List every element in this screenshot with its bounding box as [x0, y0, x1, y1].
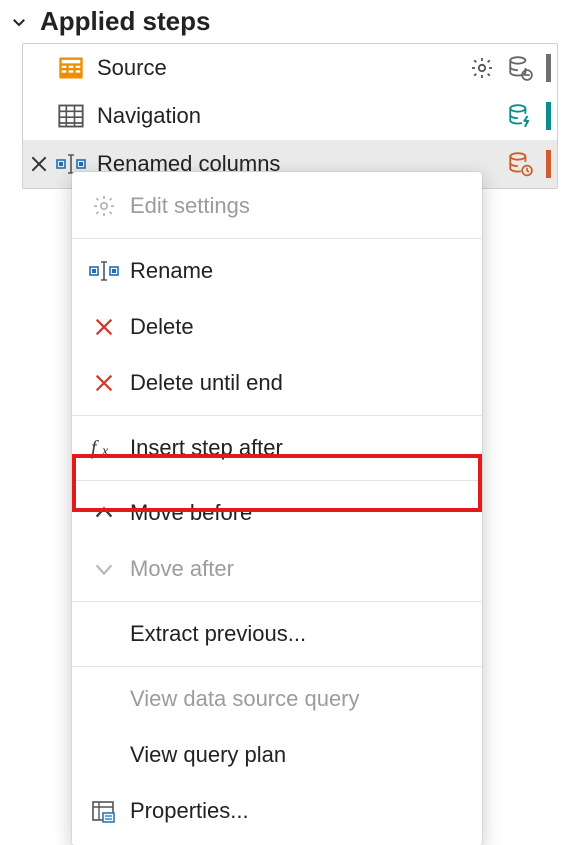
menu-separator [72, 238, 482, 239]
menu-edit-settings: Edit settings [72, 178, 482, 234]
step-label: Source [97, 55, 468, 81]
gear-icon [84, 190, 124, 222]
menu-view-query-plan[interactable]: View query plan [72, 727, 482, 783]
properties-icon [84, 795, 124, 827]
menu-label: Delete [130, 314, 194, 340]
blank-icon [84, 739, 124, 771]
source-step-icon [55, 52, 87, 84]
svg-text:x: x [101, 444, 109, 459]
gear-icon[interactable] [468, 54, 496, 82]
menu-separator [72, 601, 482, 602]
menu-label: Properties... [130, 798, 249, 824]
applied-steps-list: Source [22, 43, 558, 189]
applied-steps-header[interactable]: Applied steps [0, 0, 581, 43]
menu-extract-previous[interactable]: Extract previous... [72, 606, 482, 662]
fx-icon: f x [84, 432, 124, 464]
step-context-menu: Edit settings Rename Delete Delete until… [72, 172, 482, 845]
rename-icon [84, 255, 124, 287]
close-icon [84, 367, 124, 399]
applied-steps-title: Applied steps [40, 6, 210, 37]
menu-label: Delete until end [130, 370, 283, 396]
step-row-navigation[interactable]: Navigation [23, 92, 557, 140]
menu-separator [72, 480, 482, 481]
menu-label: Rename [130, 258, 213, 284]
menu-label: View data source query [130, 686, 360, 712]
menu-label: Extract previous... [130, 621, 306, 647]
menu-delete-until-end[interactable]: Delete until end [72, 355, 482, 411]
accent-bar [546, 102, 551, 130]
menu-label: Edit settings [130, 193, 250, 219]
menu-delete[interactable]: Delete [72, 299, 482, 355]
accent-bar [546, 54, 551, 82]
svg-text:f: f [91, 437, 99, 459]
blank-icon [84, 618, 124, 650]
menu-properties[interactable]: Properties... [72, 783, 482, 839]
chevron-up-icon [84, 497, 124, 529]
close-icon [84, 311, 124, 343]
chevron-down-icon [84, 553, 124, 585]
blank-icon [84, 683, 124, 715]
database-clock-icon [506, 150, 534, 178]
menu-move-before[interactable]: Move before [72, 485, 482, 541]
menu-insert-step-after[interactable]: f x Insert step after [72, 420, 482, 476]
database-minus-icon [506, 54, 534, 82]
menu-label: View query plan [130, 742, 286, 768]
delete-step-icon[interactable] [25, 150, 53, 178]
menu-label: Move after [130, 556, 234, 582]
menu-label: Insert step after [130, 435, 283, 461]
step-row-source[interactable]: Source [23, 44, 557, 92]
menu-rename[interactable]: Rename [72, 243, 482, 299]
accent-bar [546, 150, 551, 178]
menu-separator [72, 415, 482, 416]
chevron-down-icon [8, 11, 30, 33]
menu-label: Move before [130, 500, 252, 526]
menu-view-data-source-query: View data source query [72, 671, 482, 727]
menu-move-after: Move after [72, 541, 482, 597]
table-icon [55, 100, 87, 132]
step-label: Navigation [97, 103, 506, 129]
menu-separator [72, 666, 482, 667]
database-bolt-icon [506, 102, 534, 130]
